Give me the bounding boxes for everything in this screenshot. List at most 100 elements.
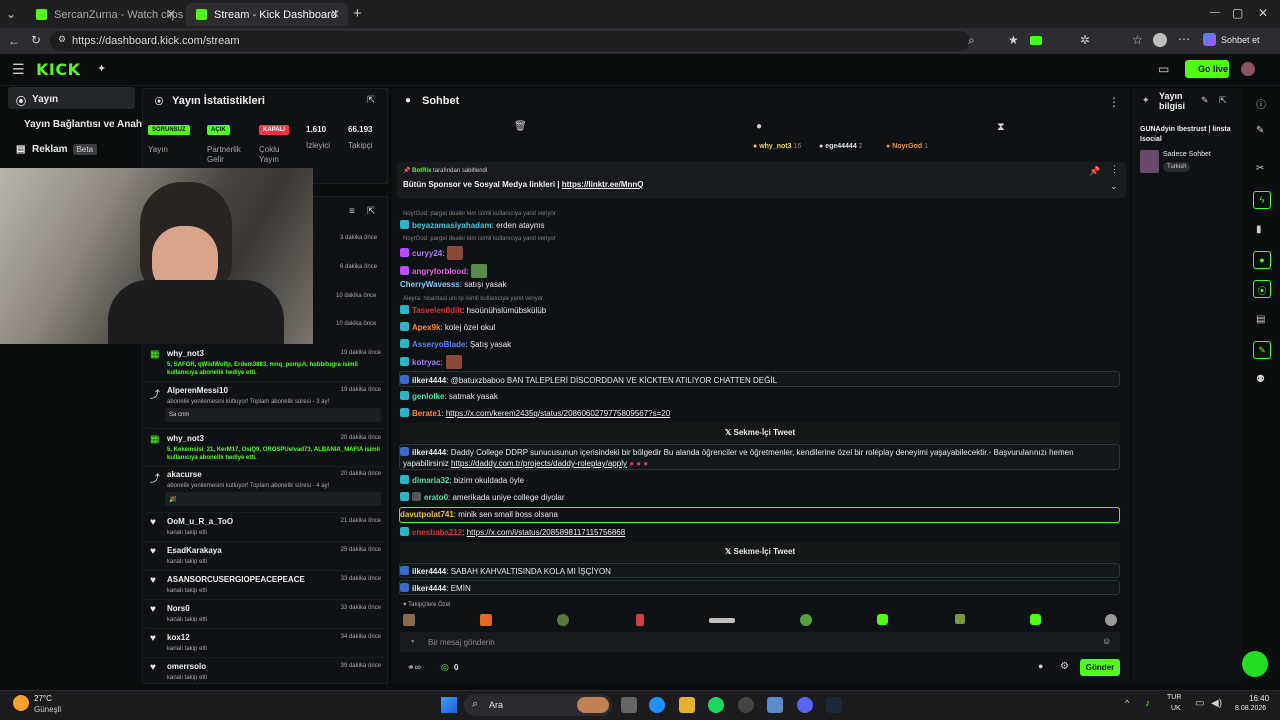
- chat-message[interactable]: erato0: amerikada uniye college diyolar: [400, 492, 565, 502]
- embedded-tweet[interactable]: 𝕏 Sekme-İçi Tweet: [400, 423, 1120, 443]
- network-icon[interactable]: ▭: [1195, 698, 1204, 709]
- keyboard-layout[interactable]: UK: [1171, 705, 1181, 712]
- emote-icon[interactable]: [403, 614, 415, 626]
- emote-icon[interactable]: [480, 614, 492, 626]
- emoji-icon[interactable]: ☺: [1102, 636, 1111, 646]
- chat-icon[interactable]: ●: [1038, 661, 1043, 671]
- tab-list-icon[interactable]: ⌄: [6, 7, 16, 21]
- message-icon[interactable]: ●: [756, 121, 762, 132]
- users-icon[interactable]: ⚭∞: [407, 662, 421, 673]
- top-gifter[interactable]: ● ege44444 2: [819, 143, 863, 150]
- tab-kick-dashboard[interactable]: Stream - Kick Dashboard ✕: [186, 3, 348, 26]
- chat-message[interactable]: Apex9k: kolej özel okul: [400, 322, 495, 332]
- chat-message[interactable]: genlolke: satmak yasak: [400, 391, 498, 401]
- chat-bubble-icon[interactable]: ●: [1253, 251, 1271, 269]
- app-icon[interactable]: [767, 697, 783, 713]
- pencil-icon[interactable]: ✎: [1256, 125, 1264, 136]
- filter-icon[interactable]: ≡: [349, 206, 355, 217]
- popout-icon[interactable]: ⇱: [367, 206, 375, 217]
- minimize-icon[interactable]: —: [1210, 7, 1220, 18]
- more-menu-icon[interactable]: ⋯: [1178, 32, 1190, 46]
- extensions-puzzle-icon[interactable]: ✲: [1080, 33, 1090, 47]
- event-user[interactable]: akacurse: [167, 470, 202, 479]
- trash-icon[interactable]: 🗑: [514, 121, 527, 132]
- clock-date[interactable]: 8.08.2026: [1235, 705, 1266, 712]
- chat-message[interactable]: ilker4444: SABAH KAHVALTISINDA KOLA MI İ…: [400, 566, 611, 576]
- weather-temp[interactable]: 27°C: [34, 694, 52, 703]
- chat-message[interactable]: angryforblood:: [400, 264, 488, 278]
- edit-pencil-icon[interactable]: ✎: [1201, 95, 1209, 106]
- chat-message[interactable]: ilker4444: EMİN: [400, 583, 471, 593]
- chat-message[interactable]: Tasvelen8dilt: hsoünühslümübskülüb: [400, 305, 546, 315]
- emote-icon[interactable]: [557, 614, 569, 626]
- chat-message[interactable]: enesbaba212: https://x.com/i/status/2085…: [400, 527, 625, 537]
- top-gifter[interactable]: ● NoyrGod 1: [886, 143, 928, 150]
- emote-icon[interactable]: [955, 614, 965, 624]
- event-user[interactable]: why_not3: [167, 349, 204, 358]
- close-tab-icon[interactable]: ✕: [166, 7, 176, 21]
- language-tag[interactable]: Turkish: [1163, 162, 1191, 172]
- pin-icon[interactable]: ✦: [97, 62, 106, 75]
- event-user[interactable]: OoM_u_R_a_ToO: [167, 517, 233, 526]
- chat-message[interactable]: curyy24:: [400, 246, 464, 260]
- profile-avatar[interactable]: [1153, 33, 1167, 47]
- popout-icon[interactable]: ⇱: [1219, 95, 1227, 106]
- steam-icon[interactable]: [826, 697, 842, 713]
- emote-icon[interactable]: [709, 618, 735, 623]
- file-explorer-icon[interactable]: [679, 697, 695, 713]
- discord-icon[interactable]: [797, 697, 813, 713]
- chevron-up-icon[interactable]: ^: [1125, 698, 1129, 708]
- users-group-icon[interactable]: ⚉: [1256, 374, 1265, 385]
- chat-more-icon[interactable]: ⋮: [1108, 95, 1120, 109]
- emote-icon[interactable]: [877, 614, 888, 625]
- settings-gear-icon[interactable]: ⚙: [1060, 661, 1069, 672]
- popout-icon[interactable]: ⇱: [367, 95, 375, 106]
- app-icon[interactable]: [738, 697, 754, 713]
- emote-icon[interactable]: [636, 614, 644, 626]
- language-indicator[interactable]: TUR: [1167, 694, 1181, 701]
- cards-icon[interactable]: ▤: [1256, 314, 1265, 325]
- top-gifter[interactable]: ● why_not3 16: [753, 143, 801, 150]
- chat-message-continued[interactable]: yapabilirsiniz https://daddy.com.tr/proj…: [403, 459, 648, 468]
- spotify-icon[interactable]: [708, 697, 724, 713]
- extension-icon[interactable]: [1030, 36, 1042, 45]
- broadcast-icon[interactable]: ⦿: [1253, 280, 1271, 298]
- volume-icon[interactable]: ◀): [1211, 698, 1222, 709]
- back-icon[interactable]: ←: [8, 34, 20, 48]
- chat-message[interactable]: AsseryoBlade: Şatış yasak: [400, 339, 511, 349]
- chat-message[interactable]: ilker4444: Daddy College DDRP sunucusunu…: [400, 447, 1074, 457]
- wrench-icon[interactable]: ✎: [1253, 341, 1271, 359]
- document-icon[interactable]: ▮: [1256, 224, 1262, 235]
- sidebar-item-yayin[interactable]: [8, 87, 135, 109]
- chat-with-copilot-button[interactable]: Sohbet et: [1221, 35, 1260, 45]
- emote-icon[interactable]: [800, 614, 812, 626]
- chat-message[interactable]: beyazamasiyahadam: erden atayms: [400, 220, 545, 230]
- emote-icon[interactable]: [1105, 614, 1117, 626]
- category-name[interactable]: Sadece Sohbet: [1163, 151, 1211, 158]
- event-user[interactable]: AlperenMessi10: [167, 386, 228, 395]
- zoom-icon[interactable]: ⌕: [968, 33, 975, 48]
- site-info-icon[interactable]: ⚙: [58, 34, 66, 45]
- hourglass-icon[interactable]: ⧗: [997, 121, 1005, 134]
- maximize-icon[interactable]: ▢: [1232, 6, 1243, 20]
- chat-message[interactable]: ilker4444: @batuxzbaboo BAN TALEPLERİ Dİ…: [400, 375, 777, 385]
- event-user[interactable]: ASANSORCUSERGIOPEACEPEACE: [167, 575, 305, 584]
- event-user[interactable]: kox12: [167, 633, 190, 642]
- reload-icon[interactable]: ↻: [31, 33, 41, 47]
- task-view-icon[interactable]: [621, 697, 637, 713]
- pinned-link[interactable]: https://linktr.ee/MnnQ: [562, 180, 644, 189]
- pin-icon[interactable]: ✦: [1142, 95, 1150, 106]
- chat-message[interactable]: davutpolat741: minik sen small boss olsa…: [400, 510, 558, 519]
- chat-message[interactable]: CherryWavesss: satışı yasak: [400, 280, 506, 289]
- user-avatar[interactable]: [1241, 62, 1255, 76]
- copilot-icon[interactable]: [1203, 33, 1216, 46]
- event-user[interactable]: EsadKarakaya: [167, 546, 222, 555]
- microphone-icon[interactable]: ♪: [1145, 698, 1150, 709]
- emote-icon[interactable]: [1030, 614, 1041, 625]
- event-user[interactable]: omerrsolo: [167, 662, 206, 671]
- chat-message[interactable]: kotryac:: [400, 355, 462, 369]
- more-icon[interactable]: ⋮: [1110, 164, 1119, 175]
- info-icon[interactable]: ⓘ: [1256, 96, 1266, 111]
- favorite-star-icon[interactable]: ★: [1008, 33, 1019, 47]
- close-tab-icon[interactable]: ✕: [330, 7, 340, 21]
